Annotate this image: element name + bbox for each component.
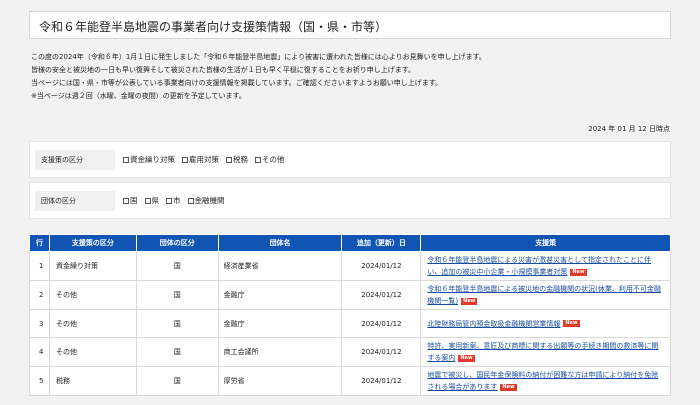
table-row: 4 その他 国 商工会議所 2024/01/12 特許、実用新案、意匠及び商標に…: [29, 337, 671, 367]
intro-line: ※当ページは週２回（水曜、金曜の夜間）の更新を予定しています。: [31, 92, 246, 100]
support-link[interactable]: 地震で被災し、国民年金保険料の納付が困難な方は申請により納付を免除される場合があ…: [427, 371, 658, 391]
page: 令和６年能登半島地震の事業者向け支援策情報（国・県・市等） この度の2024年（…: [0, 0, 700, 405]
cell-no: 5: [29, 366, 50, 396]
checkbox-other[interactable]: その他: [255, 154, 285, 165]
cell-org: 経済産業省: [217, 251, 343, 281]
checkbox-label: 県: [151, 196, 160, 205]
page-title-box: 令和６年能登半島地震の事業者向け支援策情報（国・県・市等）: [29, 11, 671, 39]
support-link[interactable]: 北陸財務局管内預金取扱金融機関営業情報: [427, 320, 560, 328]
checkbox-icon[interactable]: [123, 197, 129, 204]
cell-category: 資金繰り対策: [48, 251, 137, 281]
cell-org: 金融庁: [217, 280, 343, 310]
checkbox-label: 雇用対策: [189, 155, 219, 164]
checkbox-label: 市: [173, 196, 181, 205]
checkbox-label: 金融機関: [194, 196, 225, 205]
checkbox-financial[interactable]: 金融機関: [187, 195, 225, 206]
org-filter: 団体の区分 国 県 市 金融機関: [29, 182, 671, 219]
cell-support: 地震で被災し、国民年金保険料の納付が困難な方は申請により納付を免除される場合があ…: [420, 366, 671, 396]
cell-no: 2: [29, 280, 50, 310]
checkbox-icon[interactable]: [144, 197, 151, 204]
checkbox-icon[interactable]: [182, 156, 188, 163]
checkbox-icon[interactable]: [166, 197, 172, 204]
new-badge: New: [500, 383, 517, 391]
header-category[interactable]: 支援策の区分: [48, 234, 137, 252]
cell-no: 4: [29, 337, 50, 367]
cell-date: 2024/01/12: [341, 337, 422, 367]
cell-org-type: 国: [135, 280, 219, 310]
cell-org-type: 国: [135, 251, 219, 281]
new-badge: New: [461, 297, 478, 305]
new-badge: New: [563, 320, 580, 327]
cell-org: 金融庁: [217, 309, 343, 338]
support-filter-options: 資金繰り対策 雇用対策 税務 その他: [123, 154, 289, 165]
cell-org-type: 国: [135, 366, 219, 396]
checkbox-label: その他: [262, 155, 285, 164]
new-badge: New: [570, 268, 587, 276]
cell-date: 2024/01/12: [341, 366, 422, 396]
org-filter-label: 団体の区分: [35, 191, 115, 211]
table-row: 5 税務 国 厚労省 2024/01/12 地震で被災し、国民年金保険料の納付が…: [29, 366, 671, 396]
header-row-no[interactable]: 行: [29, 234, 50, 252]
intro-line: この度の2024年（令和６年）1月１日に発生しました「令和６年能登半島地震」によ…: [31, 53, 486, 61]
checkbox-national[interactable]: 国: [123, 195, 138, 206]
cell-org-type: 国: [135, 309, 219, 338]
table-row: 3 その他 国 金融庁 2024/01/12 北陸財務局管内預金取扱金融機関営業…: [29, 309, 671, 338]
intro-text: この度の2024年（令和６年）1月１日に発生しました「令和６年能登半島地震」によ…: [31, 51, 671, 103]
checkbox-icon[interactable]: [187, 197, 194, 204]
cell-date: 2024/01/12: [341, 251, 422, 281]
new-badge: New: [458, 354, 475, 362]
checkbox-tax[interactable]: 税務: [226, 154, 248, 165]
checkbox-icon[interactable]: [226, 156, 232, 163]
cell-category: その他: [48, 309, 137, 338]
cell-support: 特許、実用新案、意匠及び商標に関する出願等の手続き期間の救済等に関する案内 New: [420, 337, 671, 367]
checkbox-funding[interactable]: 資金繰り対策: [123, 154, 175, 165]
cell-category: 税務: [48, 366, 137, 396]
support-filter-label: 支援策の区分: [35, 150, 115, 170]
checkbox-employment[interactable]: 雇用対策: [182, 154, 219, 165]
checkbox-label: 税務: [233, 155, 248, 164]
cell-org: 厚労省: [217, 366, 343, 396]
header-updated[interactable]: 追加（更新）日: [341, 234, 422, 252]
checkbox-icon[interactable]: [123, 156, 129, 163]
support-table: 行 支援策の区分 団体の区分 団体名 追加（更新）日 支援策 1 資金繰り対策 …: [29, 234, 671, 396]
cell-date: 2024/01/12: [341, 280, 422, 310]
cell-org-type: 国: [135, 337, 219, 367]
header-org-name[interactable]: 団体名: [217, 234, 343, 252]
cell-category: その他: [48, 280, 137, 310]
header-support[interactable]: 支援策: [420, 234, 671, 252]
checkbox-label: 国: [130, 196, 138, 205]
intro-line: 当ページには国・県・市等が公表している事業者向けの支援情報を掲載しています。ご確…: [31, 79, 443, 87]
cell-date: 2024/01/12: [341, 309, 422, 338]
checkbox-label: 資金繰り対策: [130, 155, 175, 164]
support-filter: 支援策の区分 資金繰り対策 雇用対策 税務 その他: [29, 141, 671, 178]
checkbox-prefecture[interactable]: 県: [144, 195, 160, 206]
cell-no: 3: [29, 309, 50, 338]
cell-support: 令和６年能登半島地震による災害が激甚災害として指定されたことに伴い、追加の被災中…: [420, 251, 671, 281]
cell-org: 商工会議所: [217, 337, 343, 367]
table-row: 1 資金繰り対策 国 経済産業省 2024/01/12 令和６年能登半島地震によ…: [29, 251, 671, 281]
table-header-row: 行 支援策の区分 団体の区分 団体名 追加（更新）日 支援策: [29, 234, 671, 252]
table-row: 2 その他 国 金融庁 2024/01/12 令和６年能登半島地震による被災地の…: [29, 280, 671, 310]
support-link[interactable]: 令和６年能登半島地震による災害が激甚災害として指定されたことに伴い、追加の被災中…: [427, 256, 651, 276]
page-title: 令和６年能登半島地震の事業者向け支援策情報（国・県・市等）: [39, 20, 388, 34]
org-filter-options: 国 県 市 金融機関: [123, 195, 229, 206]
cell-support: 北陸財務局管内預金取扱金融機関営業情報 New: [420, 309, 671, 338]
checkbox-city[interactable]: 市: [166, 195, 181, 206]
header-org-type[interactable]: 団体の区分: [135, 234, 219, 252]
as-of-date: 2024 年 01 月 12 日時点: [588, 125, 670, 133]
cell-no: 1: [29, 251, 50, 281]
checkbox-icon[interactable]: [255, 156, 261, 163]
intro-line: 皆様の安全と被災地の一日も早い復興そして被災された皆様の生活が１日も早く平穏に復…: [31, 66, 416, 74]
cell-support: 令和６年能登半島地震による被災地の金融機関の状況(休業、利用不可金融機関一覧) N…: [420, 280, 671, 310]
cell-category: その他: [48, 337, 137, 367]
